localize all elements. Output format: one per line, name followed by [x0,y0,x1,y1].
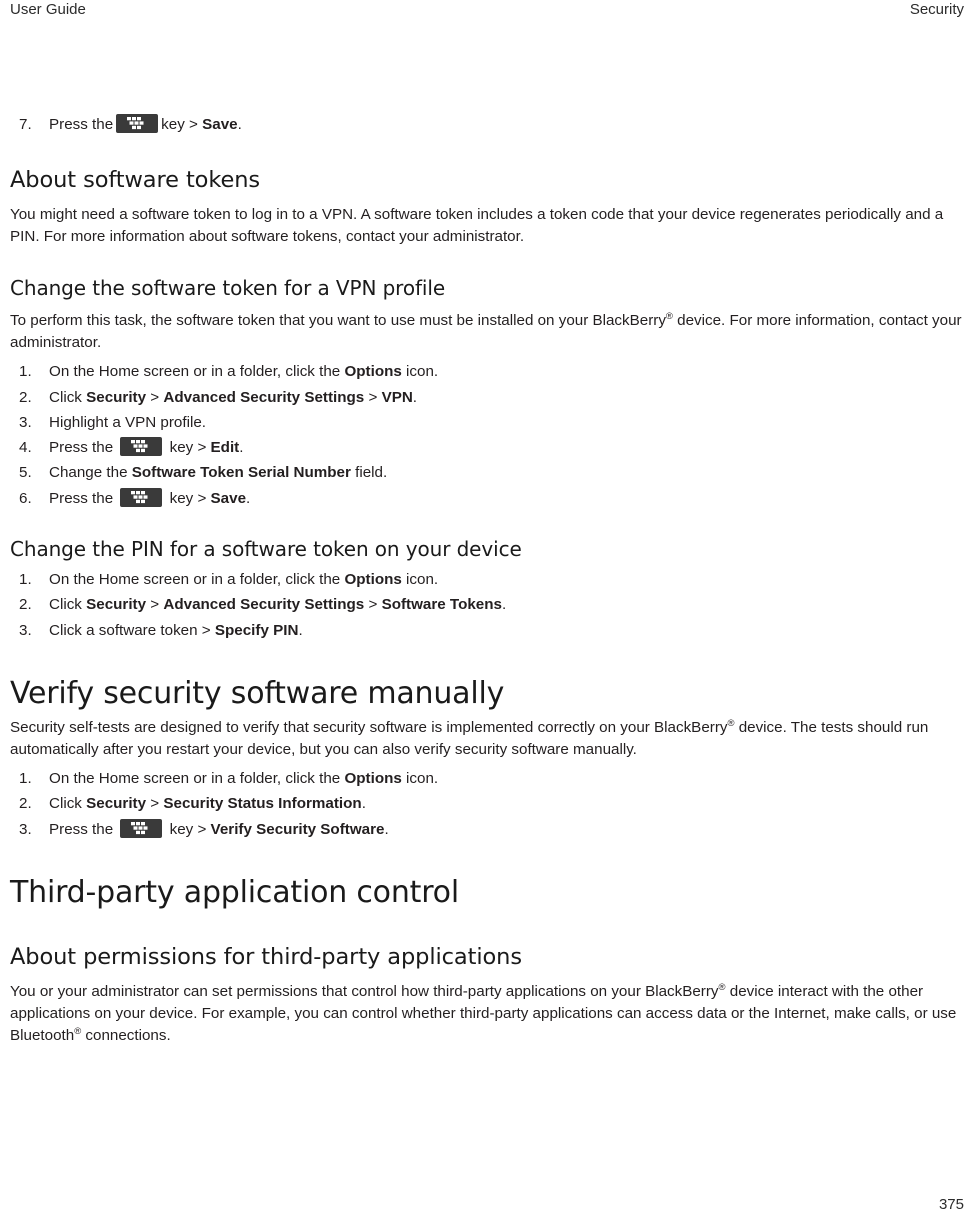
step-bold-term: Options [344,571,402,589]
step-text: Click Security > Advanced Security Setti… [49,388,418,406]
steps-verify-security-software: 1. On the Home screen or in a folder, cli… [10,766,964,842]
list-item: 2. Click Security > Advanced Security Set… [10,385,964,410]
list-item: 1. On the Home screen or in a folder, cli… [10,359,964,384]
list-item: 1. On the Home screen or in a folder, cli… [10,766,964,791]
step-bold-term: VPN [381,388,413,406]
step-bold-term: Options [344,363,402,381]
step-bold-term: Security [86,795,147,813]
list-item: 4. Press the key > Edit. [10,435,964,460]
step-bold-term: Save [210,489,247,507]
document-page: User Guide Security 7. Press the key > Sav… [0,0,974,1227]
blackberry-menu-key-icon [116,114,159,133]
step-bold-term: Options [344,769,402,787]
step-bold-term: Security [86,596,147,614]
registered-symbol: ® [665,311,673,323]
step-bold-term: Security [86,388,147,406]
header-right-label: Security [909,1,964,18]
step-text: Press the key > Edit. [49,437,244,457]
heading-about-software-tokens: About software tokens [10,167,260,194]
step-number: 3. [19,621,32,639]
list-item: 5. Change the Software Token Serial Numbe… [10,460,964,485]
step-number: 3. [19,413,32,431]
list-item: 3. Highlight a VPN profile. [10,410,964,435]
heading-change-token-vpn: Change the software token for a VPN prof… [10,276,446,301]
registered-symbol: ® [718,981,726,993]
step-number: 1. [19,363,32,381]
step-bold-term: Edit [210,439,240,457]
paragraph-about-software-tokens: You might need a software token to log i… [10,206,944,246]
running-header: User Guide Security [10,0,964,24]
step-bold-term: Software Tokens [381,596,502,614]
paragraph-change-token-vpn: To perform this task, the software token… [10,311,962,352]
continued-step-list: 7. Press the key > Save. [10,112,964,137]
heading-change-pin-token: Change the PIN for a software token on y… [10,537,522,562]
list-item: 6. Press the key > Save. [10,486,964,511]
header-left-label: User Guide [10,1,86,18]
step-number: 2. [19,388,32,406]
steps-change-token-vpn: 1. On the Home screen or in a folder, cli… [10,359,964,511]
page-content: 7. Press the key > Save. About software to… [10,112,964,1047]
list-item: 7. Press the key > Save. [10,112,964,137]
paragraph-about-permissions: You or your administrator can set permis… [10,981,957,1044]
paragraph-verify-security-software: Security self-tests are designed to veri… [10,717,929,758]
step-number: 2. [19,596,32,614]
page-folio: 375 [10,1195,964,1215]
step-number: 1. [19,769,32,787]
blackberry-menu-key-icon [120,437,163,457]
list-item: 3. Click a software token > Specify PIN. [10,618,964,643]
step-text: Press the key > Verify Security Software… [49,818,389,838]
list-item: 3. Press the key > Verify Security Softwa… [10,817,964,842]
step-number: 6. [19,489,32,507]
step-bold-term: Verify Security Software [210,820,385,838]
heading-verify-security-software: Verify security software manually [10,675,505,711]
step-bold-term: Software Token Serial Number [131,464,351,482]
step-text: Change the Software Token Serial Number … [49,464,388,482]
step-number: 7. [19,116,32,133]
steps-change-pin-token: 1. On the Home screen or in a folder, cli… [10,567,964,643]
heading-third-party-control: Third-party application control [10,874,459,910]
step-bold-term: Advanced Security Settings [163,388,365,406]
step-text: Click Security > Advanced Security Setti… [49,596,507,614]
step-bold-term: Security Status Information [163,795,362,813]
step-number: 5. [19,464,32,482]
step-text: On the Home screen or in a folder, click… [49,769,439,787]
step-number: 2. [19,795,32,813]
blackberry-menu-key-icon [120,818,163,838]
step-text: Highlight a VPN profile. [49,413,207,431]
step-text: Click Security > Security Status Informa… [49,795,366,813]
step-text: Press the key > Save. [49,114,242,133]
list-item: 2. Click Security > Security Status Infor… [10,791,964,816]
step-number: 4. [19,439,32,457]
step-bold-term: Advanced Security Settings [163,596,365,614]
step-text: Click a software token > Specify PIN. [49,621,303,639]
heading-about-permissions: About permissions for third-party applic… [10,943,522,970]
step-bold-term: Specify PIN [214,621,299,639]
blackberry-menu-key-icon [120,487,163,507]
list-item: 1. On the Home screen or in a folder, cli… [10,567,964,592]
step-text: On the Home screen or in a folder, click… [49,571,439,589]
page-number: 375 [938,1196,964,1213]
step-number: 1. [19,571,32,589]
step-bold-term: Save [202,116,238,133]
step-number: 3. [19,820,32,838]
step-text: Press the key > Save. [49,487,251,507]
step-text: On the Home screen or in a folder, click… [49,363,439,381]
list-item: 2. Click Security > Advanced Security Set… [10,592,964,617]
